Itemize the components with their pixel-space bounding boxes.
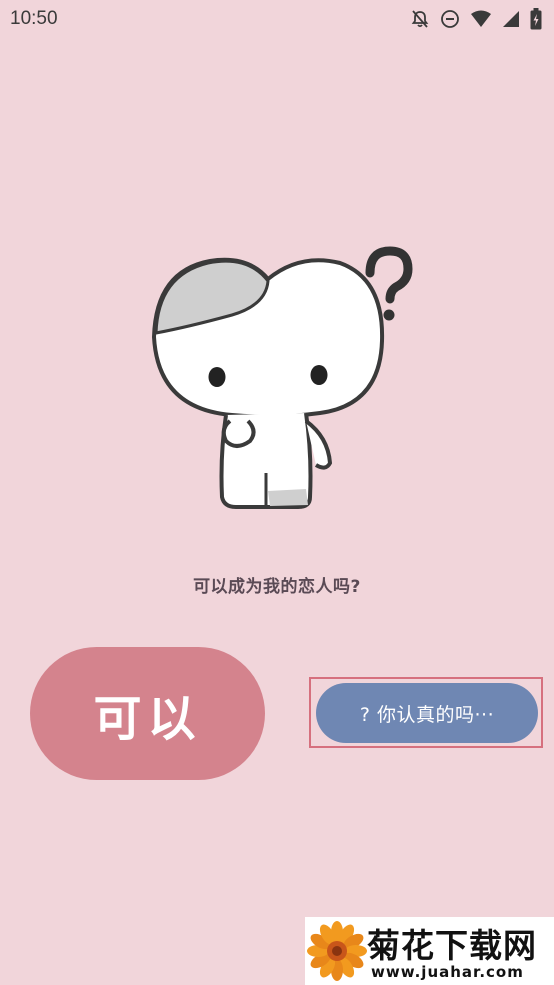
battery-charging-icon (530, 8, 542, 30)
watermark: 菊花下载网 www.juahar.com (305, 917, 554, 985)
question-button[interactable]: ? 你认真的吗··· (316, 683, 538, 743)
wifi-icon (470, 10, 492, 28)
status-time: 10:50 (10, 8, 58, 29)
signal-icon (502, 10, 520, 28)
status-icons (410, 8, 542, 30)
yes-button[interactable]: 可以 (30, 647, 265, 780)
prompt-text: 可以成为我的恋人吗? (193, 577, 361, 597)
confused-character-icon (140, 245, 420, 520)
flower-logo-icon (307, 921, 367, 981)
watermark-url: www.juahar.com (371, 963, 524, 981)
do-not-disturb-icon (440, 9, 460, 29)
question-button-label: ? 你认真的吗··· (359, 703, 495, 726)
status-bar: 10:50 (0, 0, 554, 38)
notifications-off-icon (410, 9, 430, 29)
watermark-title: 菊花下载网 (367, 926, 537, 965)
yes-button-label: 可以 (93, 690, 202, 747)
